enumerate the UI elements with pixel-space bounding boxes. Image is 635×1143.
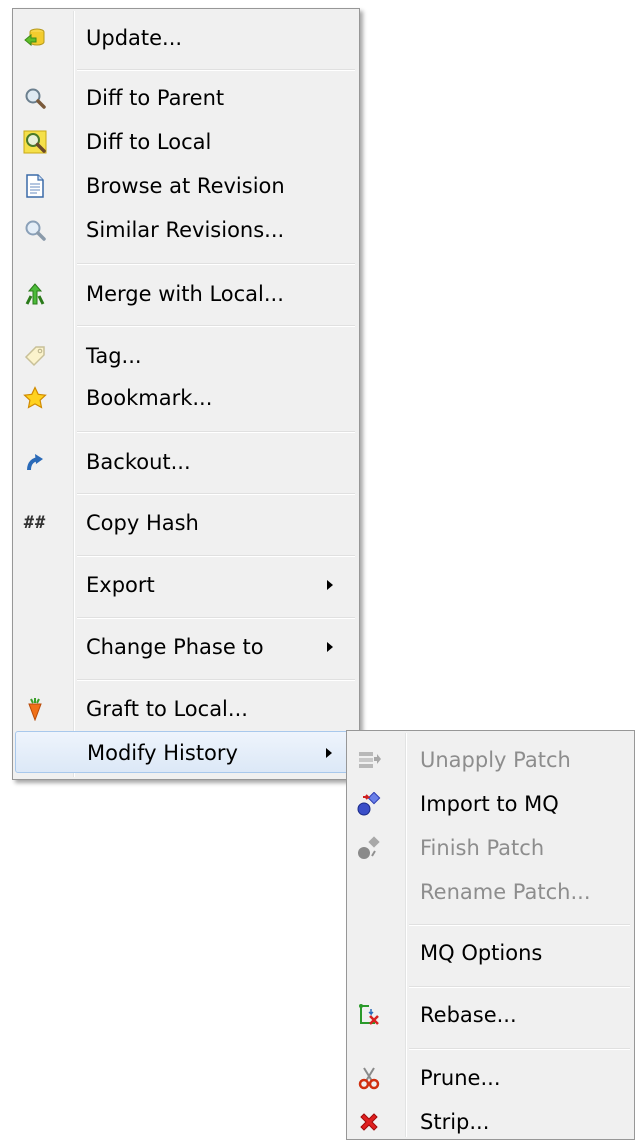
- menu-separator: [77, 325, 355, 327]
- menu-item-label: Strip...: [420, 1110, 490, 1134]
- menu-item-change-phase-to[interactable]: Change Phase to: [15, 626, 357, 668]
- tag-icon: [23, 344, 47, 368]
- magnifier-icon: [23, 218, 47, 242]
- menu-item-label: Finish Patch: [420, 836, 545, 860]
- menu-item-export[interactable]: Export: [15, 564, 357, 606]
- menu-item-copy-hash[interactable]: ## Copy Hash: [15, 502, 357, 544]
- rebase-icon: [357, 1003, 381, 1027]
- menu-item-browse-at-revision[interactable]: Browse at Revision: [15, 165, 357, 207]
- menu-item-modify-history[interactable]: Modify History: [15, 731, 357, 773]
- menu-item-tag[interactable]: Tag...: [15, 335, 357, 377]
- menu-item-label: Export: [86, 573, 155, 597]
- menu-separator: [77, 69, 355, 71]
- hash-glyph: ##: [23, 513, 47, 533]
- menu-item-update[interactable]: Update...: [15, 17, 357, 59]
- menu-item-merge-with-local[interactable]: Merge with Local...: [15, 273, 357, 315]
- menu-item-rename-patch[interactable]: Rename Patch...: [349, 871, 632, 913]
- menu-separator: [77, 263, 355, 265]
- menu-separator: [77, 431, 355, 433]
- menu-item-label: Bookmark...: [86, 386, 213, 410]
- menu-item-label: Modify History: [87, 741, 238, 765]
- menu-item-mq-options[interactable]: MQ Options: [349, 932, 632, 974]
- scissors-icon: [357, 1066, 381, 1090]
- menu-item-strip[interactable]: Strip...: [349, 1101, 632, 1143]
- diff-local-icon: [23, 130, 47, 154]
- menu-separator: [77, 617, 355, 619]
- menu-separator: [409, 986, 630, 988]
- menu-separator: [77, 679, 355, 681]
- menu-item-graft-to-local[interactable]: Graft to Local...: [15, 688, 357, 730]
- unapply-patch-icon: [357, 748, 381, 772]
- modify-history-submenu: Unapply Patch Import to MQ Finish Patch …: [346, 730, 635, 1140]
- submenu-arrow-icon: [326, 748, 332, 758]
- menu-item-label: Backout...: [86, 450, 191, 474]
- menu-item-label: Merge with Local...: [86, 282, 284, 306]
- menu-item-label: Prune...: [420, 1066, 501, 1090]
- red-x-icon: [357, 1110, 381, 1134]
- menu-item-bookmark[interactable]: Bookmark...: [15, 377, 357, 419]
- menu-separator: [77, 493, 355, 495]
- menu-item-rebase[interactable]: Rebase...: [349, 994, 632, 1036]
- document-icon: [23, 174, 47, 198]
- menu-item-label: Rename Patch...: [420, 880, 591, 904]
- menu-item-prune[interactable]: Prune...: [349, 1057, 632, 1099]
- menu-item-backout[interactable]: Backout...: [15, 441, 357, 483]
- menu-item-label: Import to MQ: [420, 792, 559, 816]
- submenu-arrow-icon: [327, 642, 333, 652]
- import-mq-icon: [357, 792, 381, 816]
- menu-item-label: Tag...: [86, 344, 142, 368]
- menu-item-label: Change Phase to: [86, 635, 264, 659]
- menu-item-label: Graft to Local...: [86, 697, 248, 721]
- menu-item-unapply-patch[interactable]: Unapply Patch: [349, 739, 632, 781]
- menu-item-label: Diff to Local: [86, 130, 212, 154]
- menu-separator: [77, 555, 355, 557]
- menu-separator: [409, 924, 630, 926]
- hash-icon: ##: [23, 511, 47, 535]
- menu-item-label: Copy Hash: [86, 511, 199, 535]
- submenu-arrow-icon: [327, 580, 333, 590]
- menu-item-similar-revisions[interactable]: Similar Revisions...: [15, 209, 357, 251]
- menu-item-import-to-mq[interactable]: Import to MQ: [349, 783, 632, 825]
- menu-item-finish-patch[interactable]: Finish Patch: [349, 827, 632, 869]
- menu-item-label: MQ Options: [420, 941, 543, 965]
- menu-item-label: Similar Revisions...: [86, 218, 285, 242]
- update-icon: [23, 26, 47, 50]
- menu-item-label: Browse at Revision: [86, 174, 285, 198]
- menu-item-label: Rebase...: [420, 1003, 517, 1027]
- menu-item-label: Diff to Parent: [86, 86, 225, 110]
- merge-icon: [23, 282, 47, 306]
- context-menu: Update... Diff to Parent Diff to Local B…: [12, 8, 360, 780]
- diff-parent-icon: [23, 86, 47, 110]
- menu-item-label: Update...: [86, 26, 183, 50]
- graft-icon: [23, 697, 47, 721]
- backout-icon: [23, 450, 47, 474]
- star-icon: [23, 386, 47, 410]
- menu-item-diff-to-local[interactable]: Diff to Local: [15, 121, 357, 163]
- menu-item-diff-to-parent[interactable]: Diff to Parent: [15, 77, 357, 119]
- menu-separator: [409, 1048, 630, 1050]
- finish-patch-icon: [357, 836, 381, 860]
- menu-item-label: Unapply Patch: [420, 748, 571, 772]
